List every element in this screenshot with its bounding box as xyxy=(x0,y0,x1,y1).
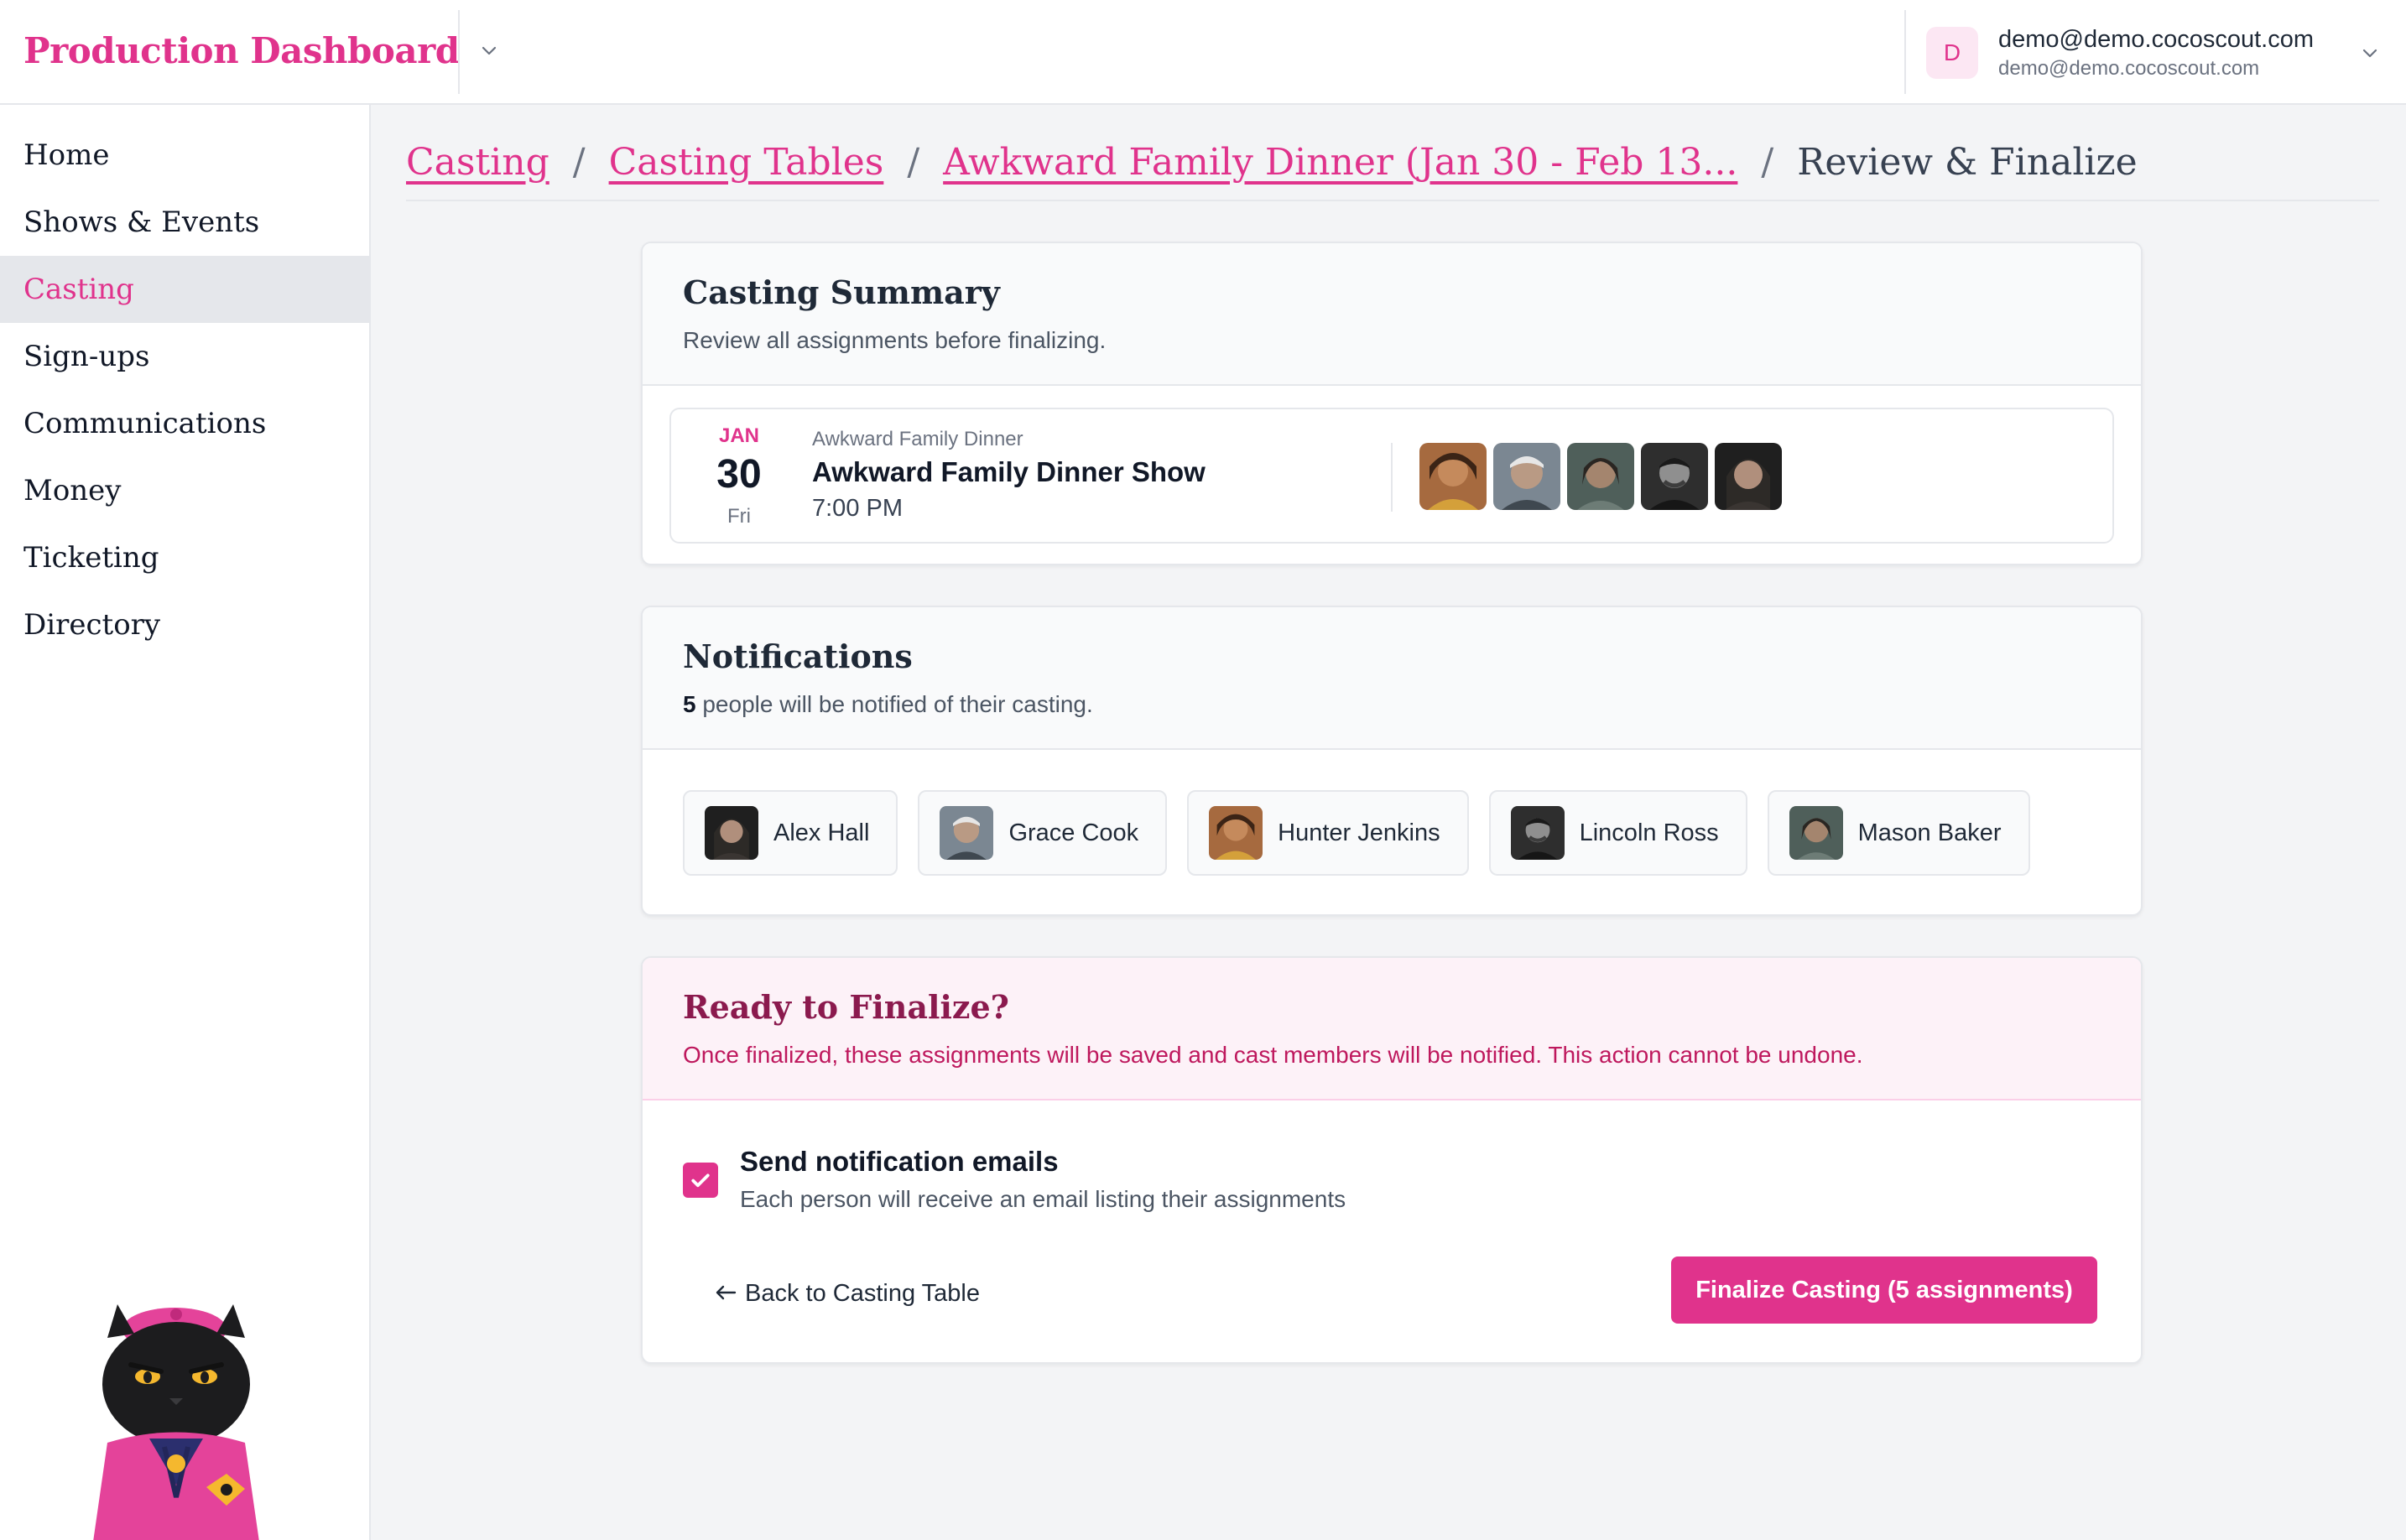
checkbox-label: Send notification emails xyxy=(740,1146,1059,1177)
avatar xyxy=(1789,806,1843,860)
avatar xyxy=(1493,443,1560,510)
person-chip[interactable]: Mason Baker xyxy=(1767,790,2030,876)
sidebar-item-money[interactable]: Money xyxy=(0,457,369,524)
event-time: 7:00 PM xyxy=(812,495,903,522)
person-chip[interactable]: Alex Hall xyxy=(683,790,898,876)
finalize-casting-button[interactable]: Finalize Casting (5 assignments) xyxy=(1671,1256,2097,1324)
breadcrumb: Casting / Casting Tables / Awkward Famil… xyxy=(406,134,2138,190)
casting-summary-title: Casting Summary xyxy=(683,273,1000,311)
send-notifications-checkbox[interactable] xyxy=(683,1163,718,1198)
breadcrumb-separator: / xyxy=(572,140,586,184)
breadcrumb-separator: / xyxy=(907,140,920,184)
sidebar-item-directory[interactable]: Directory xyxy=(0,591,369,658)
user-name: demo@demo.cocoscout.com xyxy=(1998,25,2314,53)
casting-summary-card: Casting Summary Review all assignments b… xyxy=(641,242,2143,565)
event-month: JAN xyxy=(718,424,759,447)
sidebar: Home Shows & Events Casting Sign-ups Com… xyxy=(0,105,371,1540)
finalize-title: Ready to Finalize? xyxy=(683,988,1009,1026)
arrow-left-icon xyxy=(715,1280,737,1308)
send-notifications-option[interactable]: Send notification emails Each person wil… xyxy=(683,1146,1346,1213)
notifications-card: Notifications 5 people will be notified … xyxy=(641,606,2143,916)
sidebar-item-home[interactable]: Home xyxy=(0,122,369,189)
event-date: JAN 30 Fri xyxy=(671,409,807,545)
cast-avatar-stack xyxy=(1419,443,1782,510)
finalize-warning: Once finalized, these assignments will b… xyxy=(683,1042,1863,1068)
cat-mascot-illustration xyxy=(50,1296,302,1540)
event-name: Awkward Family Dinner Show xyxy=(812,456,1206,487)
person-name: Mason Baker xyxy=(1857,819,2002,846)
header-divider xyxy=(458,10,460,94)
avatar xyxy=(1567,443,1634,510)
event-series: Awkward Family Dinner xyxy=(812,428,1023,450)
app-title: Production Dashboard xyxy=(23,29,460,71)
sidebar-item-communications[interactable]: Communications xyxy=(0,390,369,457)
breadcrumb-divider xyxy=(406,200,2379,201)
breadcrumb-current-page: Review & Finalize xyxy=(1797,140,2138,184)
avatar xyxy=(1510,806,1565,860)
breadcrumb-casting-tables[interactable]: Casting Tables xyxy=(609,141,884,184)
user-email: demo@demo.cocoscout.com xyxy=(1998,56,2260,80)
user-menu[interactable]: D demo@demo.cocoscout.com demo@demo.coco… xyxy=(1926,23,2384,82)
person-name: Grace Cook xyxy=(1008,819,1139,846)
sidebar-item-ticketing[interactable]: Ticketing xyxy=(0,524,369,591)
event-day: 30 xyxy=(716,452,762,497)
back-to-casting-table-button[interactable]: Back to Casting Table xyxy=(715,1268,980,1319)
event-row[interactable]: JAN 30 Fri Awkward Family Dinner Awkward… xyxy=(669,408,2114,544)
avatar xyxy=(1209,806,1263,860)
back-button-label: Back to Casting Table xyxy=(745,1279,980,1307)
avatar xyxy=(940,806,994,860)
person-name: Hunter Jenkins xyxy=(1278,819,1440,846)
breadcrumb-separator: / xyxy=(1761,140,1774,184)
casting-summary-subtitle: Review all assignments before finalizing… xyxy=(683,327,1107,353)
person-chip[interactable]: Grace Cook xyxy=(918,790,1168,876)
person-chip[interactable]: Lincoln Ross xyxy=(1488,790,1747,876)
avatar xyxy=(1419,443,1487,510)
check-icon xyxy=(691,1173,710,1188)
person-chip[interactable]: Hunter Jenkins xyxy=(1187,790,1469,876)
sidebar-item-casting[interactable]: Casting xyxy=(0,256,369,323)
top-bar: Production Dashboard D demo@demo.cocosco… xyxy=(0,0,2406,105)
avatar xyxy=(705,806,758,860)
chevron-down-icon xyxy=(475,36,503,65)
chevron-down-icon xyxy=(2356,39,2384,67)
event-divider xyxy=(1391,443,1393,512)
notified-people-list: Alex Hall Grace Cook Hunter Jenkins Linc… xyxy=(683,790,2030,876)
notifications-subtitle: 5 people will be notified of their casti… xyxy=(683,691,1093,718)
person-name: Alex Hall xyxy=(773,819,870,846)
checkbox-help-text: Each person will receive an email listin… xyxy=(740,1186,1346,1212)
breadcrumb-casting[interactable]: Casting xyxy=(406,141,549,184)
avatar xyxy=(1715,443,1782,510)
finalize-card: Ready to Finalize? Once finalized, these… xyxy=(641,956,2143,1364)
notifications-subtitle-text: people will be notified of their casting… xyxy=(695,691,1093,717)
person-name: Lincoln Ross xyxy=(1579,819,1719,846)
event-weekday: Fri xyxy=(727,505,751,528)
notifications-title: Notifications xyxy=(683,637,913,675)
sidebar-item-shows-events[interactable]: Shows & Events xyxy=(0,189,369,256)
avatar: D xyxy=(1926,27,1978,79)
notification-count: 5 xyxy=(683,691,696,717)
breadcrumb-casting-table-name[interactable]: Awkward Family Dinner (Jan 30 - Feb 13..… xyxy=(943,141,1737,184)
production-switcher[interactable]: Production Dashboard xyxy=(23,25,503,75)
avatar xyxy=(1641,443,1708,510)
sidebar-item-sign-ups[interactable]: Sign-ups xyxy=(0,323,369,390)
header-divider xyxy=(1904,10,1906,94)
